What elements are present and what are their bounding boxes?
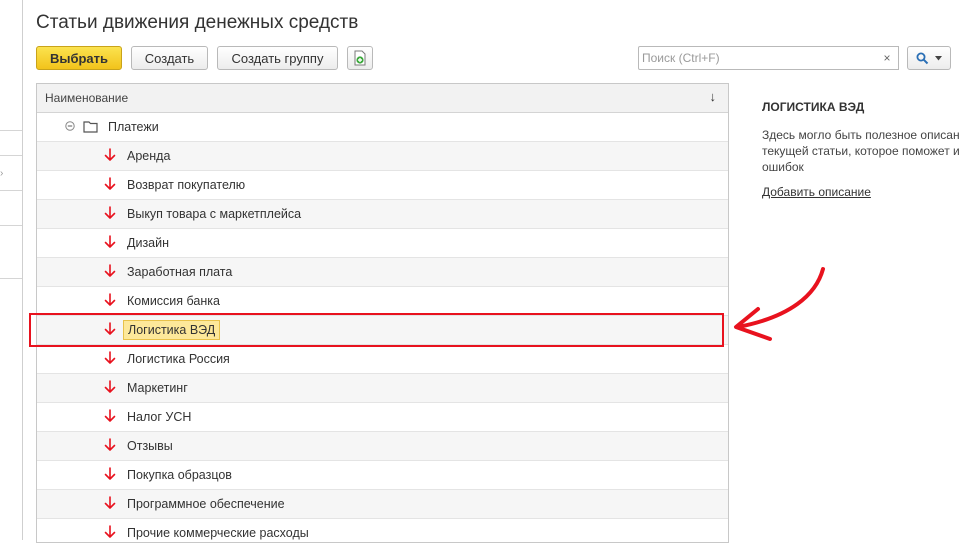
red-down-arrow-icon [104, 409, 116, 422]
red-down-arrow-icon [104, 293, 116, 306]
clear-icon: × [883, 51, 891, 65]
red-down-arrow-icon [104, 525, 116, 538]
add-file-button[interactable] [347, 46, 373, 70]
divider [0, 278, 22, 279]
background-window-edge: › [0, 0, 22, 540]
row-label: Отзывы [127, 439, 173, 453]
red-down-arrow-icon [104, 438, 116, 451]
item-details-title: ЛОГИСТИКА ВЭД [762, 100, 865, 114]
add-description-link[interactable]: Добавить описание [762, 185, 871, 199]
annotation-arrow-icon [734, 267, 825, 341]
green-plus-file-icon [354, 50, 366, 66]
row-label: Маркетинг [127, 381, 188, 395]
row-label: Логистика Россия [127, 352, 230, 366]
row-label: Аренда [127, 149, 171, 163]
search-clear-button[interactable]: × [876, 46, 899, 70]
table-row[interactable]: Заработная плата [37, 258, 728, 287]
row-label: Покупка образцов [127, 468, 232, 482]
search-input[interactable] [642, 49, 872, 67]
group-row[interactable]: Платежи [37, 113, 728, 142]
red-down-arrow-icon [104, 235, 116, 248]
red-down-arrow-icon [104, 177, 116, 190]
red-down-arrow-icon [104, 351, 116, 364]
table-row[interactable]: Аренда [37, 142, 728, 171]
search-field[interactable] [638, 46, 898, 70]
divider [0, 225, 22, 226]
red-down-arrow-icon [104, 264, 116, 277]
collapse-icon[interactable] [65, 121, 75, 131]
red-down-arrow-icon [104, 206, 116, 219]
row-label: Дизайн [127, 236, 170, 250]
table-row[interactable]: Выкуп товара с маркетплейса [37, 200, 728, 229]
red-down-arrow-icon [104, 467, 116, 480]
divider [0, 190, 22, 191]
column-header-name[interactable]: Наименование [45, 91, 128, 105]
divider [0, 130, 22, 131]
item-description: Здесь могло быть полезное описание текущ… [762, 128, 960, 174]
item-details-panel: ЛОГИСТИКА ВЭД Здесь могло быть полезное … [762, 100, 960, 201]
annotation-highlight-box [29, 313, 724, 347]
red-down-arrow-icon [104, 496, 116, 509]
table-row[interactable]: Отзывы [37, 432, 728, 461]
search-button[interactable] [907, 46, 951, 70]
row-label: Комиссия банка [127, 294, 220, 308]
page-title: Статьи движения денежных средств [36, 12, 359, 33]
red-down-arrow-icon [104, 148, 116, 161]
row-label: Заработная плата [127, 265, 233, 279]
row-label: Возврат покупателю [127, 178, 246, 192]
table-row[interactable]: Налог УСН [37, 403, 728, 432]
table-row[interactable]: Маркетинг [37, 374, 728, 403]
create-button[interactable]: Создать [131, 46, 208, 70]
divider [0, 155, 22, 156]
select-button[interactable]: Выбрать [36, 46, 122, 70]
create-group-button[interactable]: Создать группу [217, 46, 338, 70]
row-label: Налог УСН [127, 410, 192, 424]
table-row[interactable]: Покупка образцов [37, 461, 728, 490]
folder-icon [83, 121, 98, 133]
table-row[interactable]: Логистика Россия [37, 345, 728, 374]
table-row[interactable]: Комиссия банка [37, 287, 728, 316]
chevron-down-icon [935, 55, 942, 60]
chevron-right-icon: › [0, 168, 4, 179]
table-header: Наименование ↓ [37, 84, 728, 113]
row-label: Программное обеспечение [127, 497, 285, 511]
table-row[interactable]: Прочие коммерческие расходы [37, 519, 728, 542]
more-options-icon[interactable]: ⋮ [953, 14, 960, 32]
row-label: Прочие коммерческие расходы [127, 526, 309, 540]
search-icon [916, 52, 929, 64]
row-label: Выкуп товара с маркетплейса [127, 207, 302, 221]
table-row[interactable]: Дизайн [37, 229, 728, 258]
group-label: Платежи [108, 120, 159, 134]
sort-down-icon[interactable]: ↓ [710, 89, 717, 104]
table-row[interactable]: Программное обеспечение [37, 490, 728, 519]
red-down-arrow-icon [104, 380, 116, 393]
table-row[interactable]: Возврат покупателю [37, 171, 728, 200]
